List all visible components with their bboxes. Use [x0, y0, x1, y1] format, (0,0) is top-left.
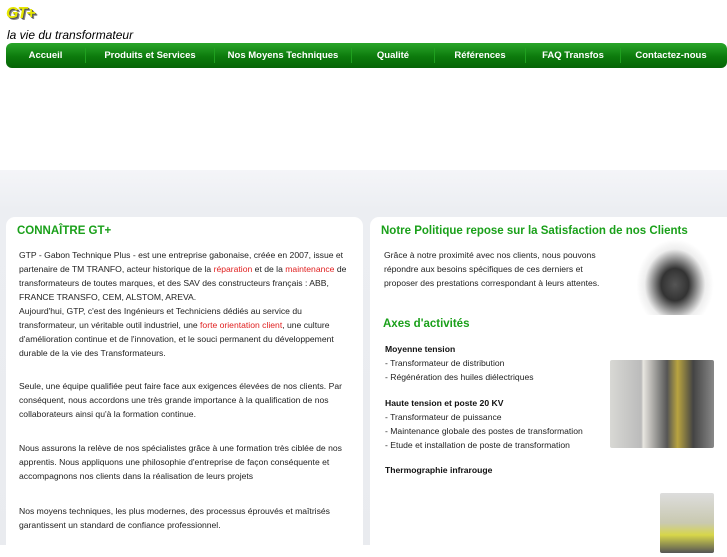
group-title: Moyenne tension: [385, 344, 456, 354]
about-paragraph-1: GTP - Gabon Technique Plus - est une ent…: [19, 248, 354, 360]
handshake-image: [636, 239, 714, 315]
nav-accueil[interactable]: Accueil: [6, 48, 86, 63]
list-item: - Transformateur de puissance: [385, 412, 502, 422]
about-paragraph-5: Nos moyens techniques, les plus modernes…: [19, 506, 330, 530]
about-paragraph-3: Seule, une équipe qualifiée peut faire f…: [19, 381, 342, 419]
substation-image: [610, 360, 714, 448]
about-paragraph-4: Nous assurons la relève de nos spécialis…: [19, 443, 342, 481]
nav-contact[interactable]: Contactez-nous: [621, 48, 721, 63]
policy-title: Notre Politique repose sur la Satisfacti…: [381, 225, 688, 237]
list-item: - Régénération des huiles diélectriques: [385, 372, 534, 382]
nav-qualite[interactable]: Qualité: [352, 48, 435, 63]
policy-intro: Grâce à notre proximité avec nos clients…: [384, 250, 600, 288]
policy-panel: Notre Politique repose sur la Satisfacti…: [370, 217, 727, 557]
group-haute-tension: Haute tension et poste 20 KV - Transform…: [385, 396, 583, 452]
group-moyenne-tension: Moyenne tension - Transformateur de dist…: [385, 342, 534, 384]
orientation-client-link[interactable]: forte orientation client: [200, 320, 282, 330]
group-title: Thermographie infrarouge: [385, 465, 493, 475]
logo[interactable]: GT+: [6, 5, 40, 29]
axes-title: Axes d'activités: [383, 318, 470, 330]
text: et de la: [252, 264, 286, 274]
list-item: - Etude et installation de poste de tran…: [385, 440, 570, 450]
group-thermographie: Thermographie infrarouge: [385, 463, 492, 477]
main-nav: Accueil Produits et Services Nos Moyens …: [6, 43, 727, 68]
nav-faq[interactable]: FAQ Transfos: [526, 48, 621, 63]
about-panel: CONNAÎTRE GT+ GTP - Gabon Technique Plus…: [6, 217, 363, 557]
thermography-camera-image: [660, 493, 714, 553]
reparation-link[interactable]: réparation: [214, 264, 253, 274]
list-item: - Transformateur de distribution: [385, 358, 505, 368]
group-title: Haute tension et poste 20 KV: [385, 398, 504, 408]
about-title: CONNAÎTRE GT+: [17, 225, 112, 237]
nav-produits[interactable]: Produits et Services: [86, 48, 215, 63]
nav-references[interactable]: Références: [435, 48, 526, 63]
tagline: la vie du transformateur: [7, 28, 134, 42]
list-item: - Maintenance globale des postes de tran…: [385, 426, 583, 436]
nav-moyens[interactable]: Nos Moyens Techniques: [215, 48, 352, 63]
maintenance-link[interactable]: maintenance: [285, 264, 334, 274]
